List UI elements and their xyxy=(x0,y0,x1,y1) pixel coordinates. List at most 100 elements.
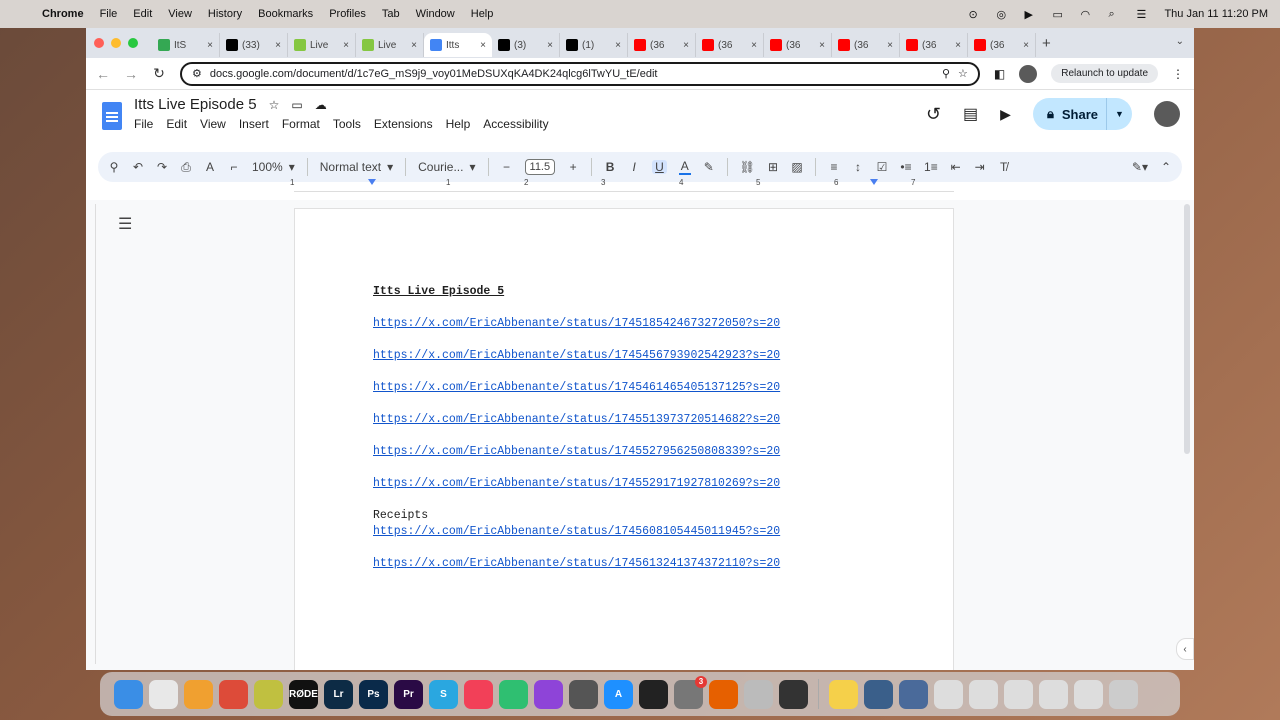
folder-thumb-icon[interactable] xyxy=(934,679,963,709)
text-color-icon[interactable]: A xyxy=(678,159,691,175)
reload-icon[interactable]: ↻ xyxy=(152,65,166,82)
google-docs-logo-icon[interactable] xyxy=(102,102,122,130)
cocktail-icon[interactable] xyxy=(254,679,283,709)
menubar-item-edit[interactable]: Edit xyxy=(133,8,152,20)
menubar-item-history[interactable]: History xyxy=(208,8,242,20)
docs-menu-insert[interactable]: Insert xyxy=(239,117,269,131)
docs-menu-tools[interactable]: Tools xyxy=(333,117,361,131)
docs-menu-edit[interactable]: Edit xyxy=(166,117,187,131)
doc-link[interactable]: https://x.com/EricAbbenante/status/17455… xyxy=(373,477,780,493)
screen-record-icon[interactable]: ◎ xyxy=(996,8,1012,21)
doc-link[interactable]: https://x.com/EricAbbenante/status/17454… xyxy=(373,381,780,397)
horizontal-ruler[interactable]: 1 1 2 3 4 5 6 7 xyxy=(290,178,954,192)
control-center-icon[interactable]: ☰ xyxy=(1136,8,1152,21)
menubar-item-profiles[interactable]: Profiles xyxy=(329,8,366,20)
browser-tab[interactable]: (3) × xyxy=(492,33,560,57)
document-body[interactable]: Itts Live Episode 5 https://x.com/EricAb… xyxy=(373,285,780,573)
menubar-item-file[interactable]: File xyxy=(100,8,118,20)
comments-icon[interactable]: ▤ xyxy=(963,104,978,124)
line-spacing-icon[interactable]: ↕ xyxy=(852,160,864,174)
system-settings-icon[interactable]: 3 xyxy=(674,675,707,709)
new-tab-plus-icon[interactable]: + xyxy=(1042,35,1051,52)
browser-tab[interactable]: (36 × xyxy=(696,33,764,57)
zoom-magnifier-icon[interactable]: ⚲ xyxy=(942,67,950,80)
share-dropdown-chevron-icon[interactable]: ▼ xyxy=(1106,98,1132,130)
clear-formatting-icon[interactable]: T̸ xyxy=(998,160,1010,174)
left-indent-marker[interactable] xyxy=(368,179,376,185)
minimize-window-icon[interactable] xyxy=(111,38,121,48)
bulleted-list-icon[interactable]: •≡ xyxy=(900,160,912,174)
browser-tab[interactable]: (36 × xyxy=(832,33,900,57)
italic-icon[interactable]: I xyxy=(628,160,640,174)
doc-link[interactable]: https://x.com/EricAbbenante/status/17451… xyxy=(373,317,780,333)
docs-menu-extensions[interactable]: Extensions xyxy=(374,117,433,131)
folder-thumb-icon[interactable] xyxy=(1074,679,1103,709)
bold-icon[interactable]: B xyxy=(604,160,616,174)
menubar-item-bookmarks[interactable]: Bookmarks xyxy=(258,8,313,20)
search-menus-icon[interactable]: ⚲ xyxy=(108,160,120,174)
print-icon[interactable]: ⎙ xyxy=(180,160,192,175)
app-store-icon[interactable]: A xyxy=(604,679,633,709)
close-tab-icon[interactable]: × xyxy=(683,40,689,51)
folder-thumb-icon[interactable] xyxy=(1004,679,1033,709)
close-tab-icon[interactable]: × xyxy=(819,40,825,51)
spotlight-search-icon[interactable]: ⌕ xyxy=(1108,8,1124,20)
battery-icon[interactable]: ▭ xyxy=(1052,8,1068,21)
photoshop-icon[interactable]: Ps xyxy=(359,679,388,709)
version-history-icon[interactable]: ↺ xyxy=(926,104,941,125)
close-tab-icon[interactable]: × xyxy=(480,40,486,51)
profile-avatar-icon[interactable] xyxy=(1019,64,1038,83)
checklist-icon[interactable]: ☑ xyxy=(876,160,888,174)
insert-image-icon[interactable]: ▨ xyxy=(791,160,803,174)
doc-link[interactable]: https://x.com/EricAbbenante/status/17455… xyxy=(373,445,780,461)
move-folder-icon[interactable]: ▭ xyxy=(291,98,302,112)
status-app-icon[interactable]: ⊙ xyxy=(968,8,984,21)
undo-icon[interactable]: ↶ xyxy=(132,160,144,174)
hide-menus-chevron-icon[interactable]: ⌃ xyxy=(1160,160,1172,174)
close-tab-icon[interactable]: × xyxy=(615,40,621,51)
vertical-ruler[interactable] xyxy=(88,204,96,664)
spellcheck-icon[interactable]: A xyxy=(204,160,216,174)
browser-tab[interactable]: Itts × xyxy=(424,33,492,57)
premiere-icon[interactable]: Pr xyxy=(394,679,423,709)
docs-menu-file[interactable]: File xyxy=(134,117,153,131)
menubar-item-help[interactable]: Help xyxy=(471,8,494,20)
quicktime-icon[interactable] xyxy=(864,679,893,709)
close-tab-icon[interactable]: × xyxy=(343,40,349,51)
highlight-pen-icon[interactable]: ✎ xyxy=(703,160,715,174)
trash-icon[interactable] xyxy=(1109,679,1138,709)
url-text[interactable]: docs.google.com/document/d/1c7eG_mS9j9_v… xyxy=(210,68,934,80)
increase-font-size-icon[interactable]: + xyxy=(567,160,579,174)
photos-icon[interactable] xyxy=(184,679,213,709)
play-status-icon[interactable]: ▶ xyxy=(1024,8,1040,21)
doc-link[interactable]: https://x.com/EricAbbenante/status/17455… xyxy=(373,413,780,429)
launchpad-icon[interactable] xyxy=(149,679,178,709)
browser-tab[interactable]: (33) × xyxy=(220,33,288,57)
close-tab-icon[interactable]: × xyxy=(411,40,417,51)
document-page[interactable]: Itts Live Episode 5 https://x.com/EricAb… xyxy=(294,208,954,670)
align-icon[interactable]: ≡ xyxy=(828,160,840,174)
font-size-input[interactable]: 11.5 xyxy=(524,159,556,175)
browser-tab[interactable]: Live × xyxy=(288,33,356,57)
browser-tab[interactable]: (36 × xyxy=(628,33,696,57)
folder-thumb-icon[interactable] xyxy=(1039,679,1068,709)
font-select[interactable]: Courie... ▾ xyxy=(418,160,475,174)
browser-tab[interactable]: (36 × xyxy=(968,33,1036,57)
editing-mode-pencil-icon[interactable]: ✎▾ xyxy=(1132,160,1148,174)
close-window-icon[interactable] xyxy=(94,38,104,48)
decrease-indent-icon[interactable]: ⇤ xyxy=(950,160,962,174)
meet-camera-icon[interactable]: ▶ xyxy=(1000,106,1011,123)
obs-icon[interactable] xyxy=(639,679,668,709)
zoom-window-icon[interactable] xyxy=(128,38,138,48)
underline-icon[interactable]: U xyxy=(652,160,667,174)
calculator-icon[interactable] xyxy=(569,679,598,709)
docs-menu-accessibility[interactable]: Accessibility xyxy=(483,117,548,131)
folder-thumb-icon[interactable] xyxy=(969,679,998,709)
wifi-icon[interactable]: ◠ xyxy=(1080,8,1096,21)
docs-menu-help[interactable]: Help xyxy=(446,117,471,131)
forward-arrow-icon[interactable]: → xyxy=(124,66,138,82)
right-indent-marker[interactable] xyxy=(870,179,878,185)
browser-tab[interactable]: ItS × xyxy=(152,33,220,57)
close-tab-icon[interactable]: × xyxy=(547,40,553,51)
chrome-menu-icon[interactable]: ⋮ xyxy=(1172,67,1184,81)
